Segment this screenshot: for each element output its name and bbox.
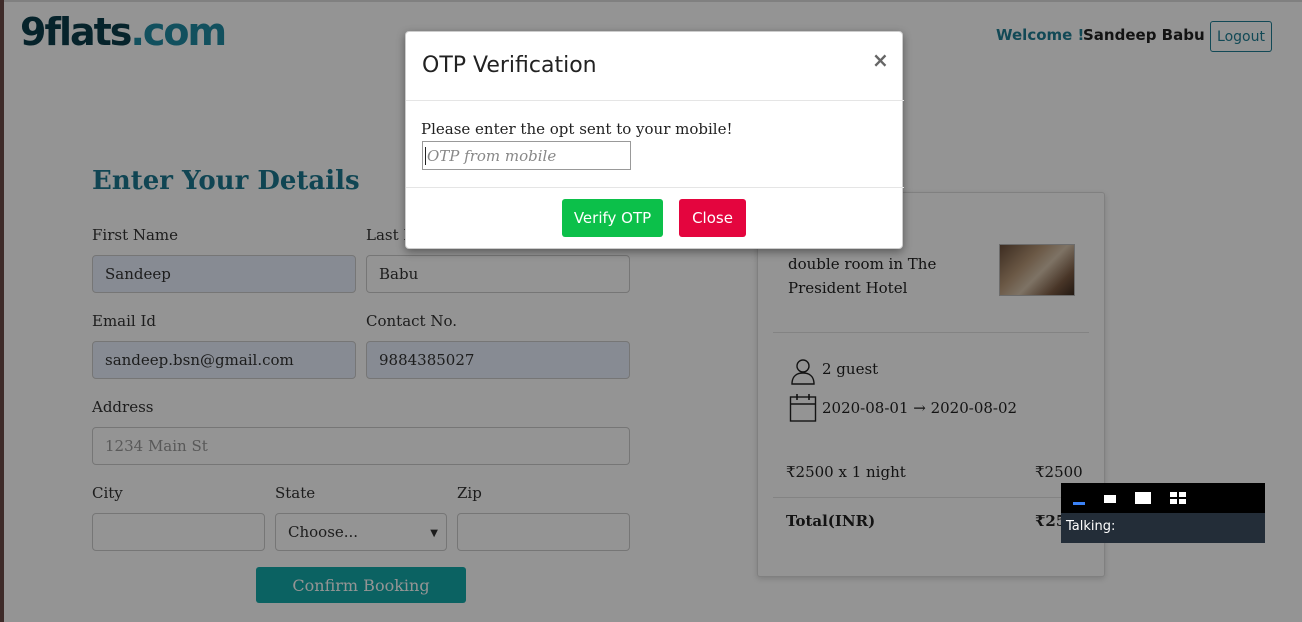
- verify-otp-button[interactable]: Verify OTP: [562, 199, 663, 237]
- otp-message: Please enter the opt sent to your mobile…: [421, 120, 733, 138]
- grid-icon[interactable]: [1170, 492, 1177, 497]
- large-window-icon[interactable]: [1135, 492, 1151, 504]
- grid-icon: [1179, 499, 1186, 504]
- grid-icon: [1170, 499, 1177, 504]
- small-window-icon[interactable]: [1104, 495, 1116, 503]
- talking-label: Talking:: [1066, 519, 1116, 534]
- otp-modal: OTP Verification × Please enter the opt …: [405, 31, 904, 249]
- modal-divider: [406, 100, 904, 101]
- grid-icon: [1179, 492, 1186, 497]
- modal-title: OTP Verification: [422, 53, 597, 78]
- otp-input[interactable]: OTP from mobile: [422, 141, 631, 170]
- text-caret: [425, 146, 426, 165]
- close-button[interactable]: Close: [679, 199, 746, 237]
- otp-placeholder: OTP from mobile: [427, 146, 557, 165]
- modal-divider: [406, 187, 904, 188]
- minimize-icon[interactable]: [1073, 502, 1085, 505]
- talking-panel: Talking:: [1061, 513, 1265, 543]
- close-icon[interactable]: ×: [872, 48, 889, 72]
- talk-toolbar: [1061, 483, 1265, 513]
